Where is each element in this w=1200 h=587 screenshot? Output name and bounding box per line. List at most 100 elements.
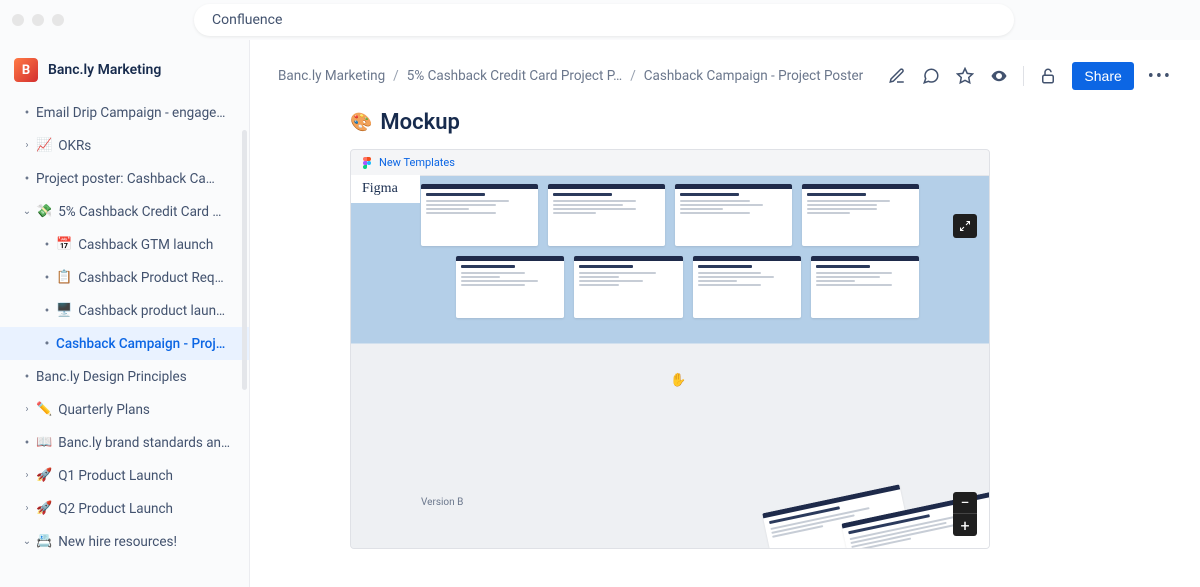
watch-icon[interactable] bbox=[989, 66, 1009, 86]
chevron-icon: › bbox=[20, 404, 34, 415]
sidebar-child-item[interactable]: •🖥️ Cashback product laun… bbox=[0, 294, 249, 327]
figma-topbar: New Templates bbox=[351, 150, 989, 176]
sidebar-item[interactable]: ›✏️ Quarterly Plans bbox=[0, 393, 249, 426]
sidebar-item[interactable]: •Banc.ly Design Principles bbox=[0, 360, 249, 393]
zoom-out-button[interactable]: − bbox=[953, 492, 977, 514]
template-row-2 bbox=[421, 256, 919, 318]
sidebar-child-item[interactable]: •Cashback Campaign - Proj… bbox=[0, 327, 249, 360]
item-emoji-icon: 📖 bbox=[36, 435, 52, 450]
template-row-1 bbox=[421, 184, 919, 246]
breadcrumb-separator: / bbox=[630, 68, 636, 84]
page-body: 🎨 Mockup New Templates Figma bbox=[250, 100, 1200, 587]
figma-canvas[interactable]: Figma ✋ Version B bbox=[351, 176, 989, 548]
sidebar-child-item[interactable]: •📅Cashback GTM launch bbox=[0, 228, 249, 261]
sidebar-item-label: Banc.ly brand standards an… bbox=[58, 435, 230, 451]
template-thumbnail[interactable] bbox=[421, 184, 538, 246]
space-header[interactable]: B Banc.ly Marketing bbox=[0, 50, 249, 96]
figma-version-label: Version B bbox=[421, 497, 463, 508]
bullet-icon: • bbox=[40, 304, 54, 318]
breadcrumb-item[interactable]: Banc.ly Marketing bbox=[278, 68, 385, 84]
traffic-lights bbox=[12, 14, 64, 26]
sidebar-item-label: Cashback product laun… bbox=[78, 303, 225, 319]
breadcrumb-item[interactable]: Cashback Campaign - Project Poster bbox=[644, 68, 863, 84]
sidebar-item-label: Q1 Product Launch bbox=[58, 468, 173, 484]
template-thumbnail[interactable] bbox=[548, 184, 665, 246]
sidebar-item-label: Q2 Product Launch bbox=[58, 501, 173, 517]
sidebar-item-label: New hire resources! bbox=[58, 534, 177, 550]
search-input[interactable]: Confluence bbox=[194, 4, 1014, 36]
bullet-icon: • bbox=[20, 106, 34, 120]
item-emoji-icon: 🚀 bbox=[36, 468, 52, 483]
space-title: Banc.ly Marketing bbox=[48, 62, 161, 78]
sidebar-item[interactable]: ›🚀Q2 Product Launch bbox=[0, 492, 249, 525]
figma-embed[interactable]: New Templates Figma bbox=[350, 149, 990, 549]
figma-tab-label: New Templates bbox=[379, 156, 455, 169]
figma-app-label: Figma bbox=[350, 175, 420, 203]
share-button[interactable]: Share bbox=[1072, 62, 1133, 90]
heading-text: Mockup bbox=[380, 110, 459, 135]
template-thumbnail[interactable] bbox=[811, 256, 919, 318]
search-text: Confluence bbox=[212, 12, 282, 28]
item-emoji-icon: ✏️ bbox=[36, 402, 52, 417]
heading-emoji-icon: 🎨 bbox=[350, 112, 372, 133]
item-emoji-icon: 📈 bbox=[36, 138, 52, 153]
sidebar-item-label: Project poster: Cashback Ca… bbox=[36, 171, 215, 187]
sidebar-item-label: Cashback GTM launch bbox=[78, 237, 213, 253]
figma-icon bbox=[361, 157, 373, 169]
item-emoji-icon: 📋 bbox=[56, 270, 72, 285]
expand-icon[interactable] bbox=[953, 214, 977, 238]
breadcrumb: Banc.ly Marketing / 5% Cashback Credit Car… bbox=[278, 68, 879, 84]
item-emoji-icon: 🚀 bbox=[36, 501, 52, 516]
sidebar-item[interactable]: ⌄💸 5% Cashback Credit Card … bbox=[0, 195, 249, 228]
sidebar: B Banc.ly Marketing •Email Drip Campaign… bbox=[0, 40, 250, 587]
sidebar-item-label: Email Drip Campaign - engage… bbox=[36, 105, 225, 121]
template-thumbnail[interactable] bbox=[802, 184, 919, 246]
sidebar-scrollbar[interactable] bbox=[242, 130, 247, 390]
template-thumbnail[interactable] bbox=[675, 184, 792, 246]
more-actions-icon[interactable]: ••• bbox=[1148, 66, 1172, 87]
breadcrumb-separator: / bbox=[393, 68, 399, 84]
main-content: Banc.ly Marketing / 5% Cashback Credit Car… bbox=[250, 40, 1200, 587]
chevron-icon: ⌄ bbox=[20, 206, 34, 217]
sidebar-item-label: Banc.ly Design Principles bbox=[36, 369, 187, 385]
sidebar-item-label: Cashback Campaign - Proj… bbox=[56, 336, 225, 352]
template-thumbnail[interactable] bbox=[693, 256, 801, 318]
sidebar-child-item[interactable]: •📋Cashback Product Req… bbox=[0, 261, 249, 294]
bullet-icon: • bbox=[40, 238, 54, 252]
bullet-icon: • bbox=[20, 172, 34, 186]
space-avatar: B bbox=[14, 58, 38, 82]
template-thumbnail[interactable] bbox=[574, 256, 682, 318]
traffic-min[interactable] bbox=[32, 14, 44, 26]
page-heading: 🎨 Mockup bbox=[350, 110, 1172, 135]
sidebar-item[interactable]: ⌄📇New hire resources! bbox=[0, 525, 249, 558]
page-tree: •Email Drip Campaign - engage…›📈OKRs•Pro… bbox=[0, 96, 249, 587]
restrictions-icon[interactable] bbox=[1038, 66, 1058, 86]
item-emoji-icon: 🖥️ bbox=[56, 303, 72, 318]
sidebar-item[interactable]: ›📈OKRs bbox=[0, 129, 249, 162]
window-chrome: Confluence bbox=[0, 0, 1200, 40]
zoom-in-button[interactable]: + bbox=[953, 514, 977, 536]
sidebar-item[interactable]: •Project poster: Cashback Ca… bbox=[0, 162, 249, 195]
breadcrumb-item[interactable]: 5% Cashback Credit Card Project P… bbox=[407, 68, 622, 84]
bullet-icon: • bbox=[20, 436, 34, 450]
edit-icon[interactable] bbox=[887, 66, 907, 86]
divider bbox=[1023, 66, 1024, 86]
traffic-max[interactable] bbox=[52, 14, 64, 26]
item-emoji-icon: 💸 bbox=[36, 204, 52, 219]
sidebar-item[interactable]: ›🚀Q1 Product Launch bbox=[0, 459, 249, 492]
sidebar-item[interactable]: •Email Drip Campaign - engage… bbox=[0, 96, 249, 129]
sidebar-item-label: Quarterly Plans bbox=[58, 402, 150, 418]
page-actions: Share ••• bbox=[887, 62, 1172, 90]
comment-icon[interactable] bbox=[921, 66, 941, 86]
template-thumbnail[interactable] bbox=[456, 256, 564, 318]
sidebar-item-label: 5% Cashback Credit Card … bbox=[58, 204, 221, 220]
sidebar-item-label: OKRs bbox=[58, 138, 91, 154]
bullet-icon: • bbox=[40, 337, 54, 351]
sidebar-item-label: Cashback Product Req… bbox=[78, 270, 223, 286]
cursor-hand-icon: ✋ bbox=[670, 373, 686, 388]
traffic-close[interactable] bbox=[12, 14, 24, 26]
zoom-control: − + bbox=[953, 492, 977, 536]
chevron-icon: ⌄ bbox=[20, 536, 34, 547]
sidebar-item[interactable]: •📖 Banc.ly brand standards an… bbox=[0, 426, 249, 459]
star-icon[interactable] bbox=[955, 66, 975, 86]
